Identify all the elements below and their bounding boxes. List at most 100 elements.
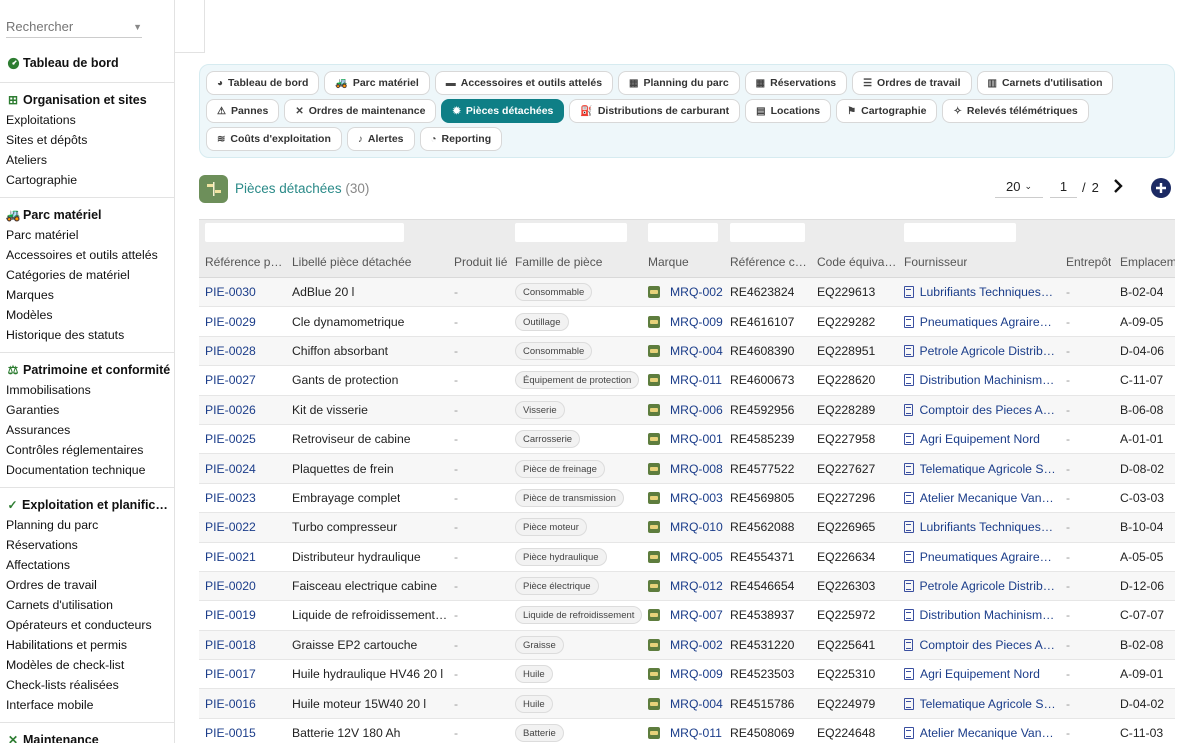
table-row[interactable]: PIE-0016 Huile moteur 15W40 20 l - Huile MRQ… (199, 689, 1175, 719)
sidebar-item[interactable]: Cartographie (6, 170, 174, 190)
nav-dashboard-link[interactable]: Tableau de bord (6, 53, 174, 73)
supplier-link[interactable]: Comptoir des Pieces Agr… (919, 403, 1056, 417)
nav-section-title[interactable]: ⊞ Organisation et sites (6, 90, 174, 110)
part-reference-link[interactable]: PIE-0021 (205, 550, 256, 564)
brand-link[interactable]: MRQ-012 (670, 579, 723, 593)
add-record-button[interactable] (1151, 178, 1171, 198)
next-page-icon[interactable] (1113, 177, 1123, 198)
brand-link[interactable]: MRQ-003 (670, 491, 723, 505)
sidebar-item[interactable]: Réservations (6, 535, 174, 555)
sidebar-item[interactable]: Ateliers (6, 150, 174, 170)
brand-link[interactable]: MRQ-005 (670, 550, 723, 564)
supplier-link[interactable]: Atelier Mecanique Vand… (920, 726, 1056, 740)
brand-link[interactable]: MRQ-007 (670, 608, 723, 622)
sidebar-item[interactable]: Planning du parc (6, 515, 174, 535)
column-header[interactable]: Référence pièce (205, 246, 285, 277)
sidebar-item[interactable]: Documentation technique (6, 460, 174, 480)
brand-link[interactable]: MRQ-010 (670, 520, 723, 534)
brand-link[interactable]: MRQ-008 (670, 462, 723, 476)
tab[interactable]: ⚑ Cartographie (836, 99, 938, 123)
supplier-link[interactable]: Telematique Agricole Sol… (920, 462, 1057, 476)
sidebar-item[interactable]: Immobilisations (6, 380, 174, 400)
part-reference-link[interactable]: PIE-0026 (205, 403, 256, 417)
brand-link[interactable]: MRQ-006 (670, 403, 723, 417)
brand-link[interactable]: MRQ-002 (670, 285, 723, 299)
brand-link[interactable]: MRQ-004 (670, 697, 723, 711)
sidebar-item[interactable]: Sites et dépôts (6, 130, 174, 150)
column-header[interactable]: Marque (648, 246, 723, 277)
table-row[interactable]: PIE-0025 Retroviseur de cabine - Carrosseri… (199, 424, 1175, 455)
part-reference-link[interactable]: PIE-0028 (205, 344, 256, 358)
tab[interactable]: ≋ Coûts d'exploitation (206, 127, 342, 151)
table-row[interactable]: PIE-0021 Distributeur hydraulique - Pièce h… (199, 542, 1175, 572)
sidebar-item[interactable]: Modèles (6, 305, 174, 325)
tab[interactable]: ☰ Ordres de travail (852, 71, 972, 95)
nav-section-title[interactable]: 🚜 Parc matériel (6, 205, 174, 225)
tab[interactable]: ▤ Locations (745, 99, 832, 123)
column-filter-input[interactable] (904, 223, 1016, 242)
part-reference-link[interactable]: PIE-0024 (205, 462, 256, 476)
nav-section-title[interactable]: ✓ Exploitation et planification (6, 495, 174, 515)
part-reference-link[interactable]: PIE-0029 (205, 315, 256, 329)
sidebar-item[interactable]: Catégories de matériel (6, 265, 174, 285)
table-row[interactable]: PIE-0023 Embrayage complet - Pièce de trans… (199, 483, 1175, 514)
supplier-link[interactable]: Distribution Machinisme … (920, 608, 1056, 622)
sidebar-item[interactable]: Carnets d'utilisation (6, 595, 174, 615)
supplier-link[interactable]: Distribution Machinisme … (920, 373, 1056, 387)
column-filter-input[interactable] (648, 223, 718, 242)
supplier-link[interactable]: Agri Equipement Nord (920, 432, 1040, 446)
supplier-link[interactable]: Petrole Agricole Distribut… (920, 344, 1057, 358)
tab[interactable]: ✧ Relevés télémétriques (942, 99, 1089, 123)
column-header[interactable]: Famille de pièce (515, 246, 643, 277)
supplier-link[interactable]: Agri Equipement Nord (920, 667, 1040, 681)
part-reference-link[interactable]: PIE-0017 (205, 667, 256, 681)
brand-link[interactable]: MRQ-004 (670, 344, 723, 358)
table-row[interactable]: PIE-0030 AdBlue 20 l - Consommable MRQ-002 RE… (199, 278, 1175, 308)
tab[interactable]: ♪ Alertes (346, 127, 415, 151)
brand-link[interactable]: MRQ-001 (670, 432, 723, 446)
tab[interactable]: 🚜 Parc matériel (324, 71, 430, 95)
table-row[interactable]: PIE-0027 Gants de protection - Équipement d… (199, 366, 1175, 396)
column-header[interactable]: Code équivalent (817, 246, 897, 277)
supplier-link[interactable]: Lubrifiants Techniques SA (920, 285, 1056, 299)
tab[interactable]: ▦ Réservations (744, 71, 848, 95)
table-row[interactable]: PIE-0026 Kit de visserie - Visserie MRQ-006 R… (199, 395, 1175, 425)
chevron-down-icon[interactable]: ▼ (133, 22, 142, 32)
table-row[interactable]: PIE-0017 Huile hydraulique HV46 20 l - Huil… (199, 660, 1175, 690)
supplier-link[interactable]: Telematique Agricole Sol… (920, 697, 1057, 711)
sidebar-item[interactable]: Historique des statuts (6, 325, 174, 345)
column-header[interactable]: Référence constructeur (730, 246, 811, 277)
nav-section-title[interactable]: ✕ Maintenance (6, 730, 174, 743)
search-input[interactable] (6, 19, 116, 34)
part-reference-link[interactable]: PIE-0027 (205, 373, 256, 387)
part-reference-link[interactable]: PIE-0015 (205, 726, 256, 740)
brand-link[interactable]: MRQ-011 (670, 726, 722, 740)
part-reference-link[interactable]: PIE-0019 (205, 608, 256, 622)
sidebar-item[interactable]: Parc matériel (6, 225, 174, 245)
sidebar-item[interactable]: Contrôles réglementaires (6, 440, 174, 460)
tab[interactable]: ▬ Accessoires et outils attelés (434, 71, 614, 95)
brand-link[interactable]: MRQ-011 (670, 373, 722, 387)
page-size-select[interactable]: 20 ⌄ (995, 176, 1043, 198)
tab[interactable]: ▥ Carnets d'utilisation (976, 71, 1114, 95)
tab[interactable]: ✕ Ordres de maintenance (284, 99, 437, 123)
sidebar-item[interactable]: Assurances (6, 420, 174, 440)
supplier-link[interactable]: Pneumatiques Agraires … (920, 550, 1056, 564)
part-reference-link[interactable]: PIE-0020 (205, 579, 256, 593)
column-header[interactable]: Produit lié (454, 246, 509, 277)
brand-link[interactable]: MRQ-009 (670, 667, 723, 681)
sidebar-item[interactable]: Habilitations et permis (6, 635, 174, 655)
table-row[interactable]: PIE-0018 Graisse EP2 cartouche - Graisse MRQ… (199, 630, 1175, 661)
sidebar-item[interactable]: Affectations (6, 555, 174, 575)
tab[interactable]: ⛽ Distributions de carburant (569, 99, 741, 123)
column-header[interactable]: Fournisseur (904, 246, 1056, 277)
column-header[interactable]: Entrepôt (1066, 246, 1114, 277)
part-reference-link[interactable]: PIE-0018 (205, 638, 256, 652)
tab[interactable]: ✹ Pièces détachées (441, 99, 565, 123)
table-row[interactable]: PIE-0019 Liquide de refroidissement 2… - Li… (199, 601, 1175, 631)
page-number-input[interactable]: 1 (1050, 176, 1077, 198)
tab[interactable]: ◔ Reporting (419, 127, 503, 151)
table-row[interactable]: PIE-0028 Chiffon absorbant - Consommable MRQ… (199, 336, 1175, 367)
column-header[interactable]: Libellé pièce détachée (292, 246, 448, 277)
supplier-link[interactable]: Petrole Agricole Distribut… (920, 579, 1057, 593)
